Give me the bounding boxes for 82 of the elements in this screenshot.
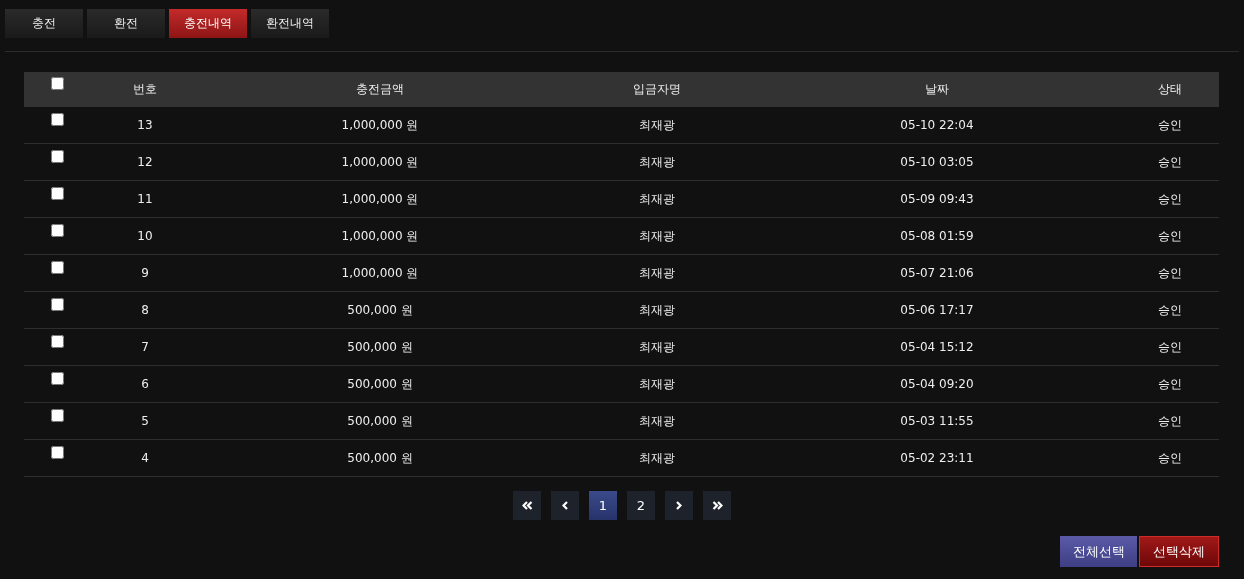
table-cell: 500,000 원 (347, 302, 413, 317)
select-all-checkbox[interactable] (50, 77, 64, 90)
table-cell: 500,000 원 (347, 376, 413, 391)
tab[interactable]: 환전내역 (251, 9, 329, 38)
table-cell: 최재광 (639, 339, 675, 354)
table-cell: 05-06 17:17 (900, 303, 974, 317)
table-cell: 05-04 09:20 (900, 377, 974, 391)
delete-selected-button[interactable]: 선택삭제 (1139, 536, 1219, 567)
table-cell: 500,000 원 (347, 450, 413, 465)
row-checkbox[interactable] (50, 297, 64, 311)
tab[interactable]: 환전 (87, 9, 165, 38)
table-cell: 05-02 23:11 (900, 451, 974, 465)
select-all-button[interactable]: 전체선택 (1060, 536, 1137, 567)
table-cell: 최재광 (639, 413, 675, 428)
column-header: 날짜 (925, 82, 949, 96)
table-cell: 승인 (1157, 339, 1182, 354)
table-cell: 05-03 11:55 (900, 414, 974, 428)
row-checkbox[interactable] (50, 186, 64, 200)
table-cell: 1,000,000 원 (341, 228, 419, 243)
table-cell: 최재광 (639, 117, 675, 132)
table-cell: 05-10 22:04 (900, 118, 974, 132)
previous-page-button[interactable] (551, 491, 579, 520)
row-checkbox[interactable] (50, 408, 64, 422)
table-cell: 1,000,000 원 (341, 265, 419, 280)
table-cell: 12 (137, 155, 153, 169)
next-page-button[interactable] (665, 491, 693, 520)
table-cell: 05-07 21:06 (900, 266, 974, 280)
table-cell: 최재광 (639, 191, 675, 206)
table-cell: 승인 (1157, 265, 1182, 280)
table-cell: 10 (137, 229, 153, 243)
table-cell: 승인 (1157, 302, 1182, 317)
table-cell: 4 (141, 451, 149, 465)
row-checkbox[interactable] (50, 334, 64, 348)
last-page-button[interactable] (703, 491, 731, 520)
table-cell: 7 (141, 340, 149, 354)
table-cell: 1,000,000 원 (341, 154, 419, 169)
table-cell: 05-08 01:59 (900, 229, 974, 243)
column-header: 번호 (133, 82, 157, 96)
table-cell: 500,000 원 (347, 339, 413, 354)
table-cell: 05-09 09:43 (900, 192, 974, 206)
double-chevron-left-icon (521, 501, 533, 510)
table-cell: 05-10 03:05 (900, 155, 974, 169)
table-cell: 8 (141, 303, 149, 317)
table-cell: 최재광 (639, 302, 675, 317)
row-checkbox[interactable] (50, 445, 64, 459)
double-chevron-right-icon (711, 501, 723, 510)
page-button[interactable]: 1 (589, 491, 617, 520)
table-cell: 최재광 (639, 265, 675, 280)
column-header: 상태 (1157, 82, 1182, 96)
table-cell: 최재광 (639, 154, 675, 169)
table-cell: 11 (137, 192, 153, 206)
chevron-left-icon (562, 501, 568, 510)
table-cell: 승인 (1157, 117, 1182, 132)
tab[interactable]: 충전내역 (169, 9, 247, 38)
table-cell: 최재광 (639, 450, 675, 465)
table-cell: 05-04 15:12 (900, 340, 974, 354)
table-cell: 1,000,000 원 (341, 191, 419, 206)
page-button[interactable]: 2 (627, 491, 655, 520)
table-cell: 13 (137, 118, 153, 132)
table-cell: 최재광 (639, 376, 675, 391)
table-cell: 승인 (1157, 154, 1182, 169)
table-cell: 9 (141, 266, 149, 280)
column-header: 충전금액 (356, 82, 404, 96)
table-cell: 500,000 원 (347, 413, 413, 428)
tab[interactable]: 충전 (5, 9, 83, 38)
first-page-button[interactable] (513, 491, 541, 520)
table-cell: 5 (141, 414, 149, 428)
row-checkbox[interactable] (50, 112, 64, 126)
table-cell: 1,000,000 원 (341, 117, 419, 132)
table-cell: 승인 (1157, 376, 1182, 391)
column-header: 입금자명 (633, 82, 681, 96)
table-cell: 승인 (1157, 228, 1182, 243)
table-cell: 최재광 (639, 228, 675, 243)
row-checkbox[interactable] (50, 149, 64, 163)
row-checkbox[interactable] (50, 371, 64, 385)
table-cell: 승인 (1157, 413, 1182, 428)
row-checkbox[interactable] (50, 260, 64, 274)
table-cell: 6 (141, 377, 149, 391)
chevron-right-icon (676, 501, 682, 510)
row-checkbox[interactable] (50, 223, 64, 237)
table-cell: 승인 (1157, 191, 1182, 206)
table-cell: 승인 (1157, 450, 1182, 465)
